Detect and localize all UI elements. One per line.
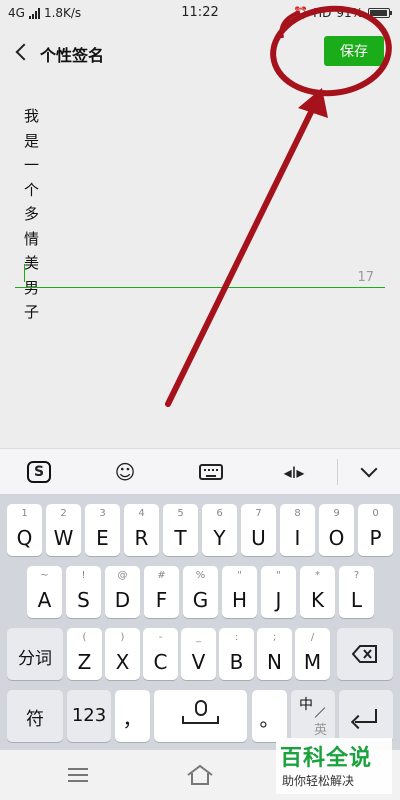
smile-icon[interactable]: ☺ [108,457,142,487]
key-p[interactable]: 0P [358,504,393,556]
enter-key[interactable] [339,690,393,742]
key-j[interactable]: " J [261,566,296,618]
slash-divider [314,707,326,718]
key-u[interactable]: 7U [241,504,276,556]
key-c[interactable]: -C [143,628,178,680]
keyboard-toolbar: S ☺ ◂I▸ [0,448,400,494]
home-icon[interactable] [186,764,214,786]
toolbar-divider [337,459,338,485]
key-g[interactable]: % G [183,566,218,618]
key-y[interactable]: 6Y [202,504,237,556]
key-r[interactable]: 4R [124,504,159,556]
enter-icon [355,709,377,723]
sogou-glyph: S [27,461,51,483]
key-m[interactable]: / M [295,628,330,680]
soft-keyboard: 1Q 2W 3E 4R 5T 6Y 7U 8I 9O 0P ~ A ! S @ D #… [0,494,400,750]
key-f[interactable]: # F [144,566,179,618]
key-a[interactable]: ~ A [27,566,62,618]
key-v[interactable]: _ V [181,628,216,680]
key-s[interactable]: ! S [66,566,101,618]
cursor-move-icon[interactable]: ◂I▸ [277,457,311,487]
space-icon [182,716,219,724]
key-k[interactable]: * K [300,566,335,618]
collapse-keyboard-icon[interactable] [352,457,386,487]
annotation-arrow-shaft [165,103,317,407]
comma-key[interactable]: ， [115,690,150,742]
number-key[interactable]: 123 [67,690,111,742]
key-i[interactable]: 8I [280,504,315,556]
key-o[interactable]: 9O [319,504,354,556]
space-key[interactable] [154,690,247,742]
key-x[interactable]: ) X [105,628,140,680]
microphone-icon [194,700,207,716]
key-w[interactable]: 2W [46,504,81,556]
en-label: 英 [313,723,327,738]
watermark: 百科全说 助你轻松解决 [276,738,392,794]
key-n[interactable]: ; N [257,628,292,680]
watermark-title: 百科全说 [280,746,373,771]
language-switch-key[interactable]: 中 英 [291,690,335,742]
key-b[interactable]: :B [219,628,254,680]
keyboard-icon[interactable] [194,457,228,487]
menu-icon[interactable] [68,768,88,782]
key-d[interactable]: @ D [105,566,140,618]
backspace-icon [352,645,377,663]
backspace-key[interactable] [337,628,393,680]
key-q[interactable]: 1Q [7,504,42,556]
symbol-key[interactable]: 符 [7,690,63,742]
watermark-subtitle: 助你轻松解决 [282,774,355,788]
zh-label: 中 [299,697,313,713]
key-l[interactable]: ? L [339,566,374,618]
key-h[interactable]: " H [222,566,257,618]
key-z[interactable]: (Z [67,628,102,680]
key-e[interactable]: 3E [85,504,120,556]
fenci-key[interactable]: 分词 [7,628,63,680]
key-t[interactable]: 5T [163,504,198,556]
period-key[interactable]: 。 [252,690,287,742]
sogou-icon[interactable]: S [22,457,56,487]
